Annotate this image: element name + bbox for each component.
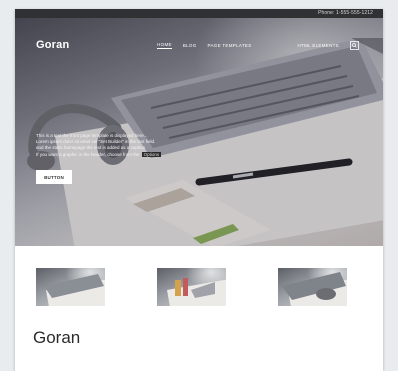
nav-html-elements[interactable]: HTML Elements [298, 43, 340, 48]
hero-overlay [15, 18, 383, 246]
site-logo[interactable]: Goran [36, 39, 69, 51]
search-icon[interactable] [350, 41, 359, 50]
page-title: Goran [33, 328, 81, 347]
top-bar: Phone: 1-555-555-1212 [15, 9, 383, 18]
hero-lead-text: This is a text the front page template i… [36, 133, 186, 158]
hero-tag: Options [141, 151, 162, 157]
phone-number: Phone: 1-555-555-1212 [318, 10, 373, 16]
thumbnail-laptop [282, 272, 346, 300]
thumbnail-items [175, 278, 215, 298]
thumbnail-laptop [44, 274, 104, 298]
site-frame: Phone: 1-555-555-1212 Goran HOME BLOG PA… [15, 9, 383, 371]
thumbnail-1[interactable] [36, 268, 105, 306]
hero-banner: Goran Home Blog Page Templates HTML Elem… [15, 18, 383, 246]
main-navigation: Home Blog Page Templates HTML Elements [157, 41, 359, 50]
hero-button[interactable]: Button [36, 170, 72, 184]
hero-lead-line: If you want a graphic in the header, cho… [36, 151, 162, 157]
thumbnail-2[interactable] [157, 268, 226, 306]
nav-page-templates[interactable]: Page Templates [208, 43, 252, 48]
nav-blog[interactable]: Blog [183, 43, 197, 48]
nav-home[interactable]: Home [157, 42, 172, 49]
thumbnail-3[interactable] [278, 268, 347, 306]
